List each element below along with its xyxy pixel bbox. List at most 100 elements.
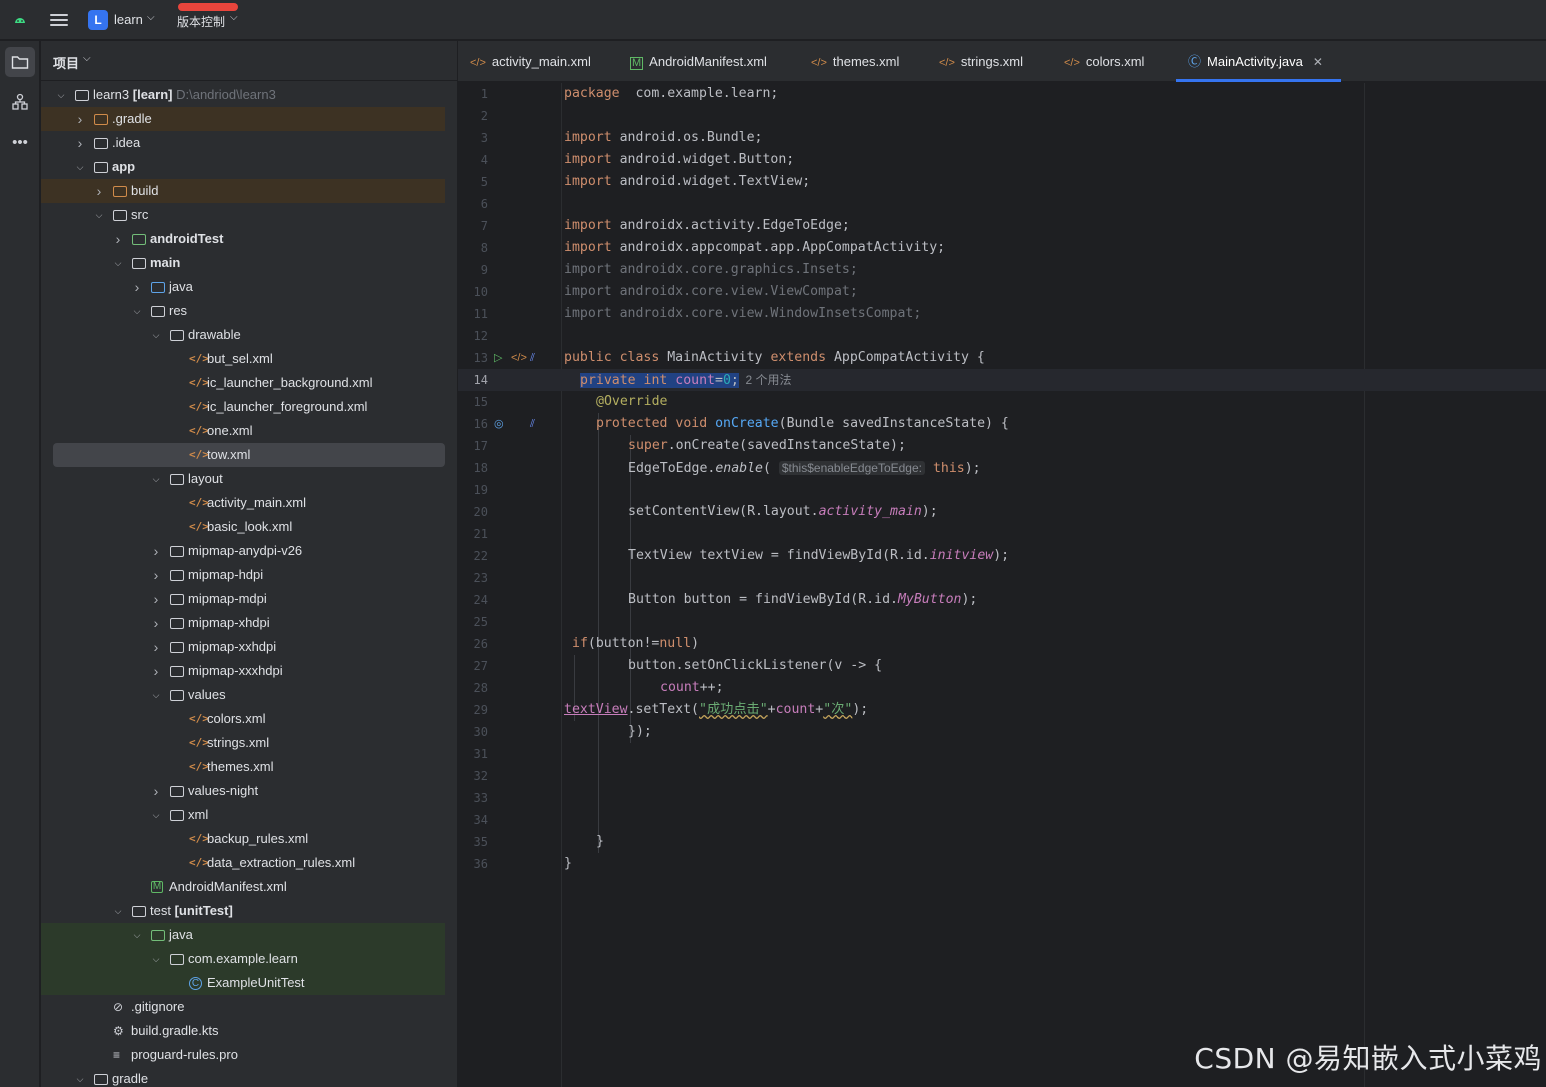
- tree-item[interactable]: ⊘ .gitignore: [41, 995, 445, 1019]
- project-switcher[interactable]: learn: [114, 12, 143, 27]
- run-icon[interactable]: ▷: [494, 347, 502, 369]
- tree-item[interactable]: C ExampleUnitTest: [41, 971, 445, 995]
- tree-item[interactable]: › mipmap-xxhdpi: [41, 635, 445, 659]
- ai-assist-icon[interactable]: ⫽: [530, 347, 535, 369]
- tree-item[interactable]: </> but_sel.xml: [41, 347, 445, 371]
- chevron-right-icon[interactable]: ›: [131, 275, 143, 299]
- line-number[interactable]: 6: [458, 193, 488, 215]
- line-number[interactable]: 18: [458, 457, 488, 479]
- editor-tab[interactable]: </> strings.xml: [939, 41, 1023, 82]
- chevron-down-icon[interactable]: ⌵: [150, 323, 162, 347]
- structure-icon[interactable]: [5, 87, 35, 117]
- code-line[interactable]: protected void onCreate(Bundle savedInst…: [596, 413, 1009, 435]
- line-number[interactable]: 20: [458, 501, 488, 523]
- line-number[interactable]: 5: [458, 171, 488, 193]
- code-line[interactable]: Button button = findViewById(R.id.MyButt…: [628, 589, 977, 611]
- code-line[interactable]: import androidx.core.graphics.Insets;: [564, 259, 858, 281]
- close-tab-icon[interactable]: ✕: [1313, 55, 1323, 69]
- tree-item[interactable]: ⌵ test [unitTest]: [41, 899, 445, 923]
- chevron-down-icon[interactable]: ⌵: [112, 899, 124, 923]
- chevron-right-icon[interactable]: ›: [150, 563, 162, 587]
- tree-item[interactable]: › values-night: [41, 779, 445, 803]
- line-number[interactable]: 28: [458, 677, 488, 699]
- line-number[interactable]: 16: [458, 413, 488, 435]
- tree-item[interactable]: </> data_extraction_rules.xml: [41, 851, 445, 875]
- chevron-right-icon[interactable]: ›: [150, 611, 162, 635]
- line-number[interactable]: 34: [458, 809, 488, 831]
- more-tools-icon[interactable]: •••: [5, 127, 35, 157]
- chevron-right-icon[interactable]: ›: [150, 635, 162, 659]
- line-number[interactable]: 11: [458, 303, 488, 325]
- tree-item[interactable]: › mipmap-anydpi-v26: [41, 539, 445, 563]
- chevron-right-icon[interactable]: ›: [150, 587, 162, 611]
- chevron-right-icon[interactable]: ›: [150, 779, 162, 803]
- tree-item[interactable]: M AndroidManifest.xml: [41, 875, 445, 899]
- tree-item[interactable]: </> backup_rules.xml: [41, 827, 445, 851]
- line-number[interactable]: 7: [458, 215, 488, 237]
- line-number[interactable]: 25: [458, 611, 488, 633]
- tree-item[interactable]: </> tow.xml: [53, 443, 445, 467]
- tree-item[interactable]: ⚙ build.gradle.kts: [41, 1019, 445, 1043]
- code-line[interactable]: textView.setText("成功点击"+count+"次");: [564, 699, 868, 721]
- chevron-down-icon[interactable]: ⌵: [230, 12, 238, 23]
- code-line[interactable]: import androidx.core.view.WindowInsetsCo…: [564, 303, 921, 325]
- code-line[interactable]: import androidx.core.view.ViewCompat;: [564, 281, 858, 303]
- code-line[interactable]: import androidx.appcompat.app.AppCompatA…: [564, 237, 945, 259]
- code-line[interactable]: private int count=0; 2 个用法: [580, 369, 792, 391]
- code-line[interactable]: import android.os.Bundle;: [564, 127, 763, 149]
- tree-item[interactable]: ⌵ com.example.learn: [41, 947, 445, 971]
- line-number[interactable]: 2: [458, 105, 488, 127]
- chevron-right-icon[interactable]: ›: [112, 227, 124, 251]
- line-number[interactable]: 13: [458, 347, 488, 369]
- tree-item[interactable]: </> activity_main.xml: [41, 491, 445, 515]
- tree-item[interactable]: › .gradle: [41, 107, 445, 131]
- chevron-down-icon[interactable]: ⌵: [150, 803, 162, 827]
- chevron-down-icon[interactable]: ⌵: [93, 203, 105, 227]
- line-number[interactable]: 14: [458, 369, 488, 391]
- line-number[interactable]: 12: [458, 325, 488, 347]
- line-number[interactable]: 22: [458, 545, 488, 567]
- tree-item[interactable]: ⌵ res: [41, 299, 445, 323]
- editor-tab[interactable]: </> colors.xml: [1064, 41, 1144, 82]
- code-line[interactable]: if(button!=null): [572, 633, 699, 655]
- editor-tab[interactable]: Ⓒ MainActivity.java ✕: [1176, 41, 1341, 82]
- line-number[interactable]: 23: [458, 567, 488, 589]
- vcs-menu[interactable]: 版本控制: [177, 13, 225, 30]
- tree-item[interactable]: › .idea: [41, 131, 445, 155]
- code-line[interactable]: EdgeToEdge.enable( $this$enableEdgeToEdg…: [628, 457, 981, 479]
- code-line[interactable]: setContentView(R.layout.activity_main);: [628, 501, 938, 523]
- code-line[interactable]: super.onCreate(savedInstanceState);: [628, 435, 906, 457]
- editor-tab[interactable]: M AndroidManifest.xml: [630, 41, 767, 82]
- chevron-down-icon[interactable]: ⌵: [83, 53, 91, 64]
- chevron-down-icon[interactable]: ⌵: [131, 299, 143, 323]
- tree-item[interactable]: › androidTest: [41, 227, 445, 251]
- line-number[interactable]: 4: [458, 149, 488, 171]
- tree-item[interactable]: ⌵ xml: [41, 803, 445, 827]
- editor-tab[interactable]: </> activity_main.xml: [470, 41, 591, 82]
- chevron-down-icon[interactable]: ⌵: [150, 947, 162, 971]
- code-line[interactable]: });: [628, 721, 652, 743]
- chevron-down-icon[interactable]: ⌵: [74, 155, 86, 179]
- line-number[interactable]: 17: [458, 435, 488, 457]
- code-line[interactable]: button.setOnClickListener(v -> {: [628, 655, 882, 677]
- line-number[interactable]: 32: [458, 765, 488, 787]
- code-editor[interactable]: 1 package com.example.learn; 2 3 import andr…: [458, 83, 1546, 1087]
- chevron-down-icon[interactable]: ⌵: [150, 683, 162, 707]
- tree-item[interactable]: </> ic_launcher_background.xml: [41, 371, 445, 395]
- chevron-down-icon[interactable]: ⌵: [74, 1067, 86, 1087]
- chevron-down-icon[interactable]: ⌵: [55, 83, 67, 107]
- editor-tab[interactable]: </> themes.xml: [811, 41, 899, 82]
- tree-item[interactable]: › mipmap-xxxhdpi: [41, 659, 445, 683]
- chevron-down-icon[interactable]: ⌵: [147, 12, 155, 23]
- line-number[interactable]: 9: [458, 259, 488, 281]
- line-number[interactable]: 35: [458, 831, 488, 853]
- code-line[interactable]: @Override: [596, 391, 667, 413]
- line-number[interactable]: 19: [458, 479, 488, 501]
- code-line[interactable]: }: [564, 853, 572, 875]
- tree-item[interactable]: › mipmap-mdpi: [41, 587, 445, 611]
- tree-item[interactable]: </> strings.xml: [41, 731, 445, 755]
- line-number[interactable]: 29: [458, 699, 488, 721]
- chevron-down-icon[interactable]: ⌵: [112, 251, 124, 275]
- tree-item[interactable]: </> ic_launcher_foreground.xml: [41, 395, 445, 419]
- tree-item[interactable]: ⌵ layout: [41, 467, 445, 491]
